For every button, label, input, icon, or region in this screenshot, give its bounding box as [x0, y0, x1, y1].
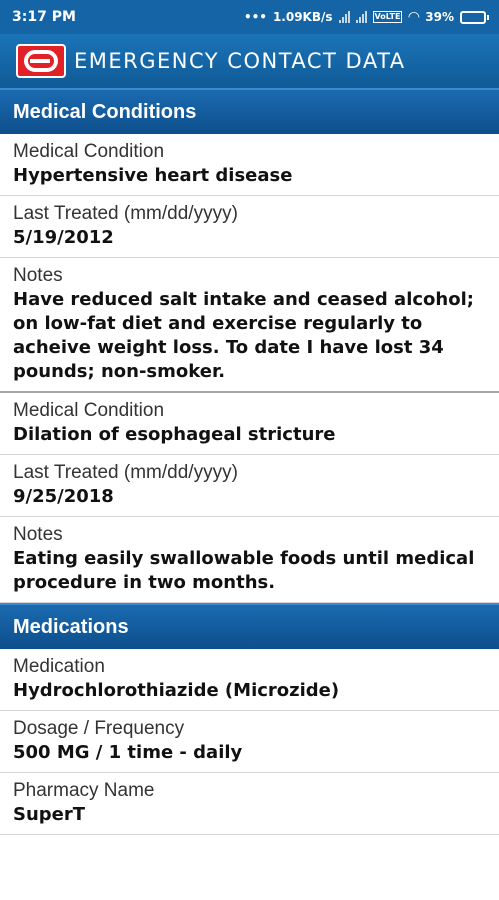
signal-icon-2	[355, 11, 367, 23]
field-value: 500 MG / 1 time - daily	[13, 742, 243, 763]
section-header-medications: Medications	[0, 603, 499, 649]
medical-condition-field[interactable]: Medical Condition Dilation of esophageal…	[0, 393, 499, 455]
field-label: Last Treated (mm/dd/yyyy)	[13, 203, 238, 224]
medical-condition-field[interactable]: Medical Condition Hypertensive heart dis…	[0, 134, 499, 196]
field-value: Eating easily swallowable foods until me…	[13, 548, 475, 593]
field-label: Last Treated (mm/dd/yyyy)	[13, 462, 238, 483]
section-header-medical-conditions: Medical Conditions	[0, 88, 499, 134]
medication-field[interactable]: Medication Hydrochlorothiazide (Microzid…	[0, 649, 499, 711]
ecd-logo-icon	[16, 44, 66, 78]
network-speed: 1.09KB/s	[272, 10, 333, 24]
field-value: 5/19/2012	[13, 227, 114, 248]
field-value: Have reduced salt intake and ceased alco…	[13, 289, 474, 382]
medication-entry: Medication Hydrochlorothiazide (Microzid…	[0, 649, 499, 835]
status-icons: ••• 1.09KB/s VoLTE ◠ 39%	[244, 9, 489, 25]
status-bar: 3:17 PM ••• 1.09KB/s VoLTE ◠ 39%	[0, 0, 499, 34]
field-label: Medical Condition	[13, 141, 165, 162]
medical-condition-entry-1: Medical Condition Hypertensive heart dis…	[0, 134, 499, 393]
wifi-icon: ◠	[408, 9, 420, 25]
notification-dots: •••	[243, 10, 267, 24]
pharmacy-field[interactable]: Pharmacy Name SuperT	[0, 773, 499, 835]
app-header: EMERGENCY CONTACT DATA	[0, 34, 499, 88]
field-value: 9/25/2018	[13, 486, 114, 507]
battery-icon	[460, 10, 489, 24]
volte-badge: VoLTE	[372, 11, 403, 23]
field-label: Notes	[13, 265, 63, 286]
field-value: SuperT	[13, 804, 86, 825]
field-label: Medical Condition	[13, 400, 165, 421]
field-value: Hypertensive heart disease	[13, 165, 293, 186]
field-label: Pharmacy Name	[13, 780, 155, 801]
status-time: 3:17 PM	[12, 9, 76, 25]
dosage-field[interactable]: Dosage / Frequency 500 MG / 1 time - dai…	[0, 711, 499, 773]
field-label: Notes	[13, 524, 63, 545]
medical-condition-entry-2: Medical Condition Dilation of esophageal…	[0, 393, 499, 603]
last-treated-field[interactable]: Last Treated (mm/dd/yyyy) 9/25/2018	[0, 455, 499, 517]
field-label: Dosage / Frequency	[13, 718, 185, 739]
last-treated-field[interactable]: Last Treated (mm/dd/yyyy) 5/19/2012	[0, 196, 499, 258]
app-title: EMERGENCY CONTACT DATA	[74, 49, 406, 73]
battery-percent: 39%	[425, 10, 454, 24]
field-value: Hydrochlorothiazide (Microzide)	[13, 680, 340, 701]
notes-field[interactable]: Notes Eating easily swallowable foods un…	[0, 517, 499, 603]
field-value: Dilation of esophageal stricture	[13, 424, 336, 445]
field-label: Medication	[13, 656, 105, 677]
notes-field[interactable]: Notes Have reduced salt intake and cease…	[0, 258, 499, 393]
signal-icon	[338, 11, 350, 23]
